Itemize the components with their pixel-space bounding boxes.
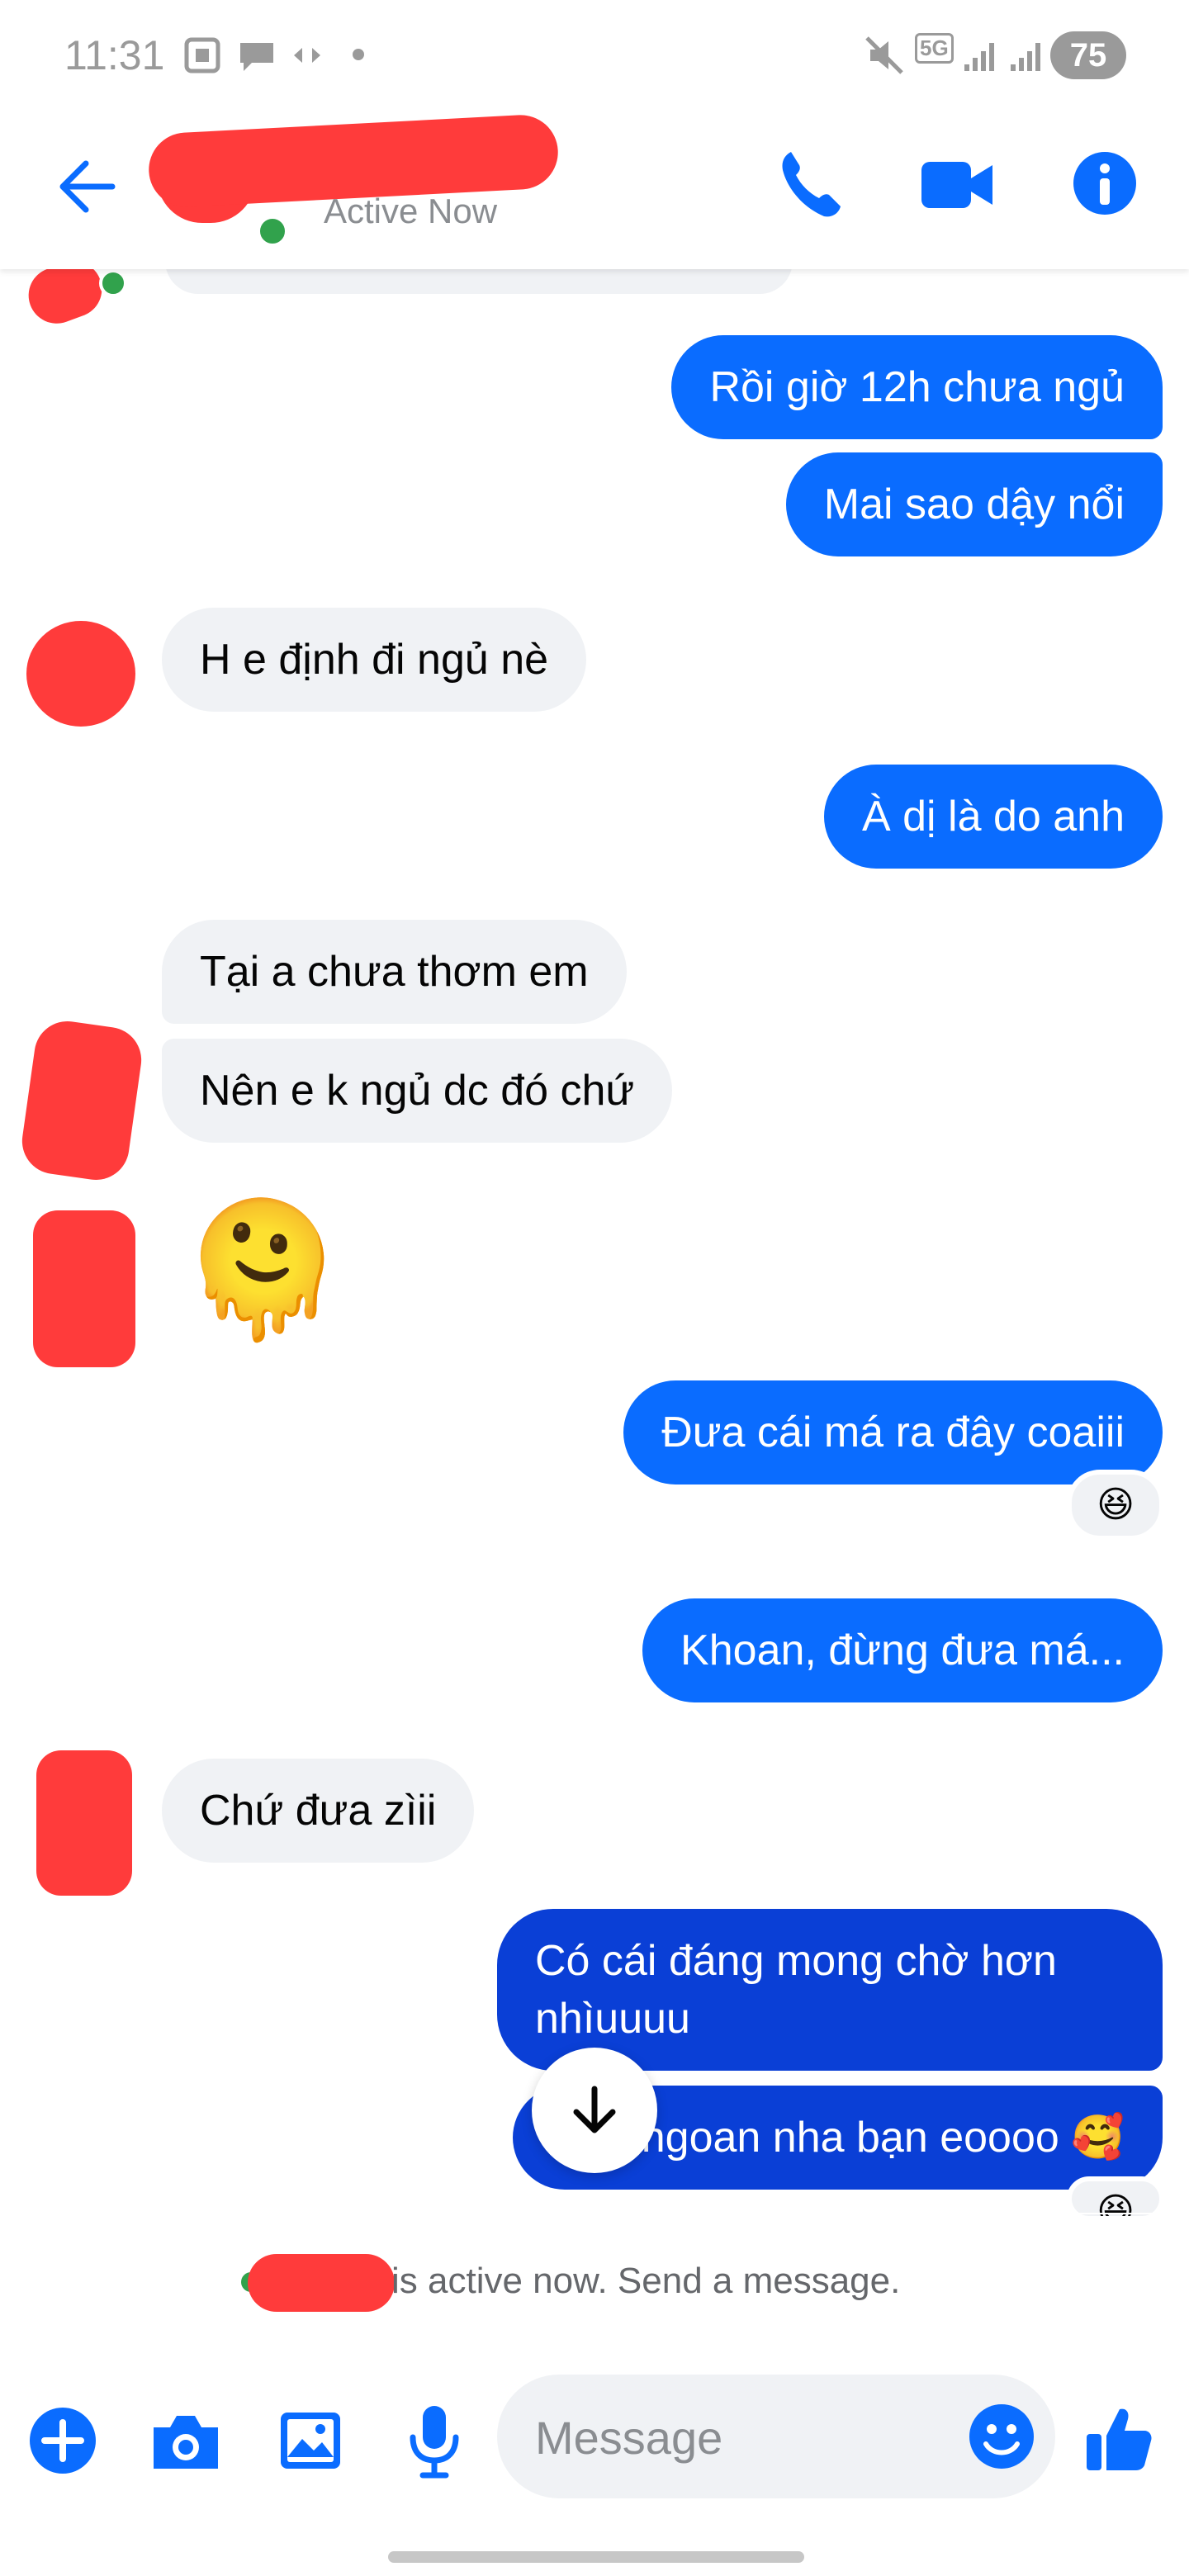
message-bubble-outgoing[interactable]: Rồi giờ 12h chưa ngủ [671,335,1163,439]
video-call-icon[interactable] [918,155,996,215]
thumbs-up-icon[interactable] [1083,2403,1153,2474]
home-indicator[interactable] [388,2551,804,2563]
plus-icon[interactable] [28,2406,97,2475]
status-bar: 11:31 5G 75 [0,0,1189,107]
arrow-down-icon [573,2086,616,2133]
info-icon[interactable] [1072,150,1138,216]
message-bubble-outgoing[interactable]: À dị là do anh [823,765,1163,869]
battery-level: 75 [1050,31,1126,79]
emoji-message[interactable]: 🫠 [180,1196,344,1344]
screenshot-icon [184,37,220,73]
mute-icon [865,36,903,74]
contact-name-redacted [248,2254,395,2312]
dot-icon [353,49,364,60]
avatar [33,1210,135,1367]
conversation-header: Active Now [0,107,1189,269]
scroll-to-bottom-button[interactable] [532,2048,657,2173]
online-dot [99,269,127,297]
avatar [17,1016,146,1185]
signal-icon [1011,43,1040,71]
emoji-icon[interactable] [968,2403,1035,2470]
avatar [26,621,135,727]
message-bubble-incoming[interactable]: Chứ đưa zìii [162,1759,475,1863]
avatar [36,1750,132,1896]
message-bubble-incoming[interactable]: H e định đi ngủ nè [162,608,587,712]
network-type: 5G [915,33,954,64]
contact-status: Active Now [324,192,498,230]
camera-icon[interactable] [149,2408,223,2474]
message-bubble-outgoing[interactable]: Có cái đáng mong chờ hơn nhìuuuu [497,1909,1163,2071]
reaction-badge[interactable]: 😆 [1067,1470,1164,1541]
message-bubble-outgoing[interactable]: Đưa cái má ra đây coaiii [623,1380,1163,1485]
message-bubble-incoming[interactable]: Tại a chưa thơm em [162,920,627,1024]
sync-arrows-icon [294,48,320,63]
active-notice: is active now. Send a message. [391,2261,901,2301]
back-arrow-icon[interactable] [54,155,117,218]
microphone-icon[interactable] [401,2401,467,2480]
message-bubble-outgoing[interactable]: Khoan, đừng đưa má... [642,1598,1163,1702]
message-input-container[interactable] [497,2375,1055,2498]
gallery-icon[interactable] [277,2408,343,2474]
online-dot [256,215,289,248]
status-time: 11:31 [64,32,165,78]
message-input[interactable] [533,2399,950,2475]
message-bubble-outgoing[interactable]: Mai sao dậy nổi [785,452,1163,556]
chat-notification-icon [240,43,273,71]
signal-icon [964,43,994,71]
message-bubble-incoming[interactable]: Nên e k ngủ dc đó chứ [162,1039,673,1143]
phone-call-icon[interactable] [776,147,842,221]
